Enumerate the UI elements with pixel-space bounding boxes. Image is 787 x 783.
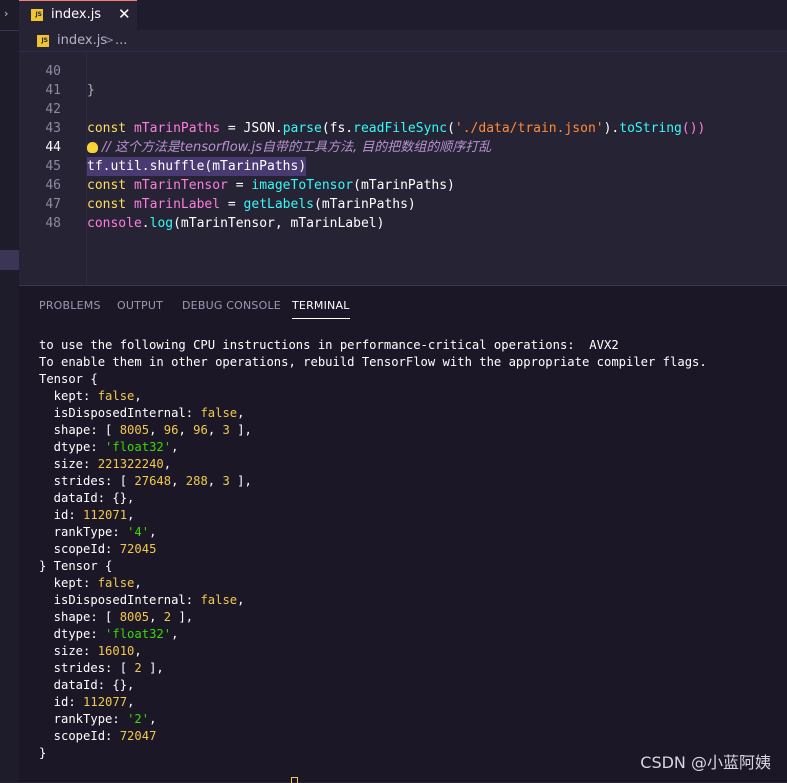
- terminal-line: id: 112077,: [39, 695, 135, 709]
- terminal-line: }: [39, 746, 47, 760]
- code-line: 41: [19, 62, 787, 98]
- breadcrumb: JS index.js > ...: [19, 30, 787, 52]
- terminal-line: dtype: 'float32',: [39, 627, 179, 641]
- terminal-line: isDisposedInternal: false,: [39, 593, 245, 607]
- terminal-line: dataId: {},: [39, 491, 135, 505]
- terminal-line: scopeId: 72047: [39, 729, 157, 743]
- watermark: CSDN @小蓝阿姨: [640, 753, 771, 772]
- code-editor[interactable]: 40 } 41 42 const mTarinPaths = JSON.pars…: [19, 52, 787, 285]
- chevron-right-icon[interactable]: ›: [4, 7, 8, 20]
- terminal-line: rankType: '2',: [39, 712, 157, 726]
- tab-index-js[interactable]: JS index.js ✕: [19, 0, 137, 30]
- terminal-line: scopeId: 72045: [39, 542, 157, 556]
- tab-output[interactable]: OUTPUT: [117, 299, 163, 312]
- code-line: 42 const mTarinPaths = JSON.parse(fs.rea…: [19, 81, 787, 136]
- terminal-line: To enable them in other operations, rebu…: [39, 355, 707, 369]
- code-line: 40 }: [19, 52, 787, 98]
- breadcrumb-file[interactable]: index.js: [57, 33, 107, 48]
- terminal-line: kept: false,: [39, 389, 142, 403]
- tab-problems[interactable]: PROBLEMS: [39, 299, 101, 312]
- bottom-panel: PROBLEMS OUTPUT DEBUG CONSOLE TERMINAL t…: [19, 285, 787, 783]
- terminal-line: shape: [ 8005, 96, 96, 3 ],: [39, 423, 252, 437]
- terminal-cursor: [291, 777, 298, 783]
- code-line: 46 const mTarinLabel = getLabels(mTarinP…: [19, 157, 787, 212]
- javascript-file-icon: JS: [37, 35, 49, 47]
- terminal-line: kept: false,: [39, 576, 142, 590]
- active-row-highlight: [0, 250, 19, 270]
- breadcrumb-symbols[interactable]: ...: [115, 33, 127, 48]
- line-number: 48: [45, 216, 61, 231]
- terminal-line: Tensor {: [39, 372, 98, 386]
- terminal-line: to use the following CPU instructions in…: [39, 338, 619, 352]
- activity-bar: ›: [0, 0, 19, 782]
- terminal-line: strides: [ 2 ],: [39, 661, 164, 675]
- terminal-line: isDisposedInternal: false,: [39, 406, 245, 420]
- code-line: 48: [19, 195, 787, 231]
- tab-bar: JS index.js ✕: [19, 0, 787, 30]
- terminal-line: size: 16010,: [39, 644, 142, 658]
- code-line: 47 console.log(mTarinTensor, mTarinLabel…: [19, 176, 787, 231]
- code-line: 43 // 这个方法是tensorflow.js自带的工具方法, 目的把数组的顺…: [19, 100, 787, 155]
- close-icon[interactable]: ✕: [118, 5, 131, 23]
- code-line-current: 44 tf.util.shuffle(mTarinPaths): [19, 119, 787, 176]
- terminal-line: shape: [ 8005, 2 ],: [39, 610, 194, 624]
- breadcrumb-separator: >: [104, 33, 115, 47]
- code-line: 45 const mTarinTensor = imageToTensor(mT…: [19, 138, 787, 193]
- code-text: console.log(mTarinTensor, mTarinLabel): [87, 216, 385, 231]
- terminal-line: dataId: {},: [39, 678, 135, 692]
- terminal-line: id: 112071,: [39, 508, 135, 522]
- tab-label: index.js: [51, 7, 102, 22]
- javascript-file-icon: JS: [31, 9, 43, 21]
- terminal-line: size: 221322240,: [39, 457, 172, 471]
- terminal-line: dtype: 'float32',: [39, 440, 179, 454]
- divider: [0, 30, 19, 31]
- tab-terminal[interactable]: TERMINAL: [292, 299, 350, 319]
- terminal-line: } Tensor {: [39, 559, 113, 573]
- terminal-line: rankType: '4',: [39, 525, 157, 539]
- terminal-line: strides: [ 27648, 288, 3 ],: [39, 474, 252, 488]
- tab-debug-console[interactable]: DEBUG CONSOLE: [182, 299, 281, 312]
